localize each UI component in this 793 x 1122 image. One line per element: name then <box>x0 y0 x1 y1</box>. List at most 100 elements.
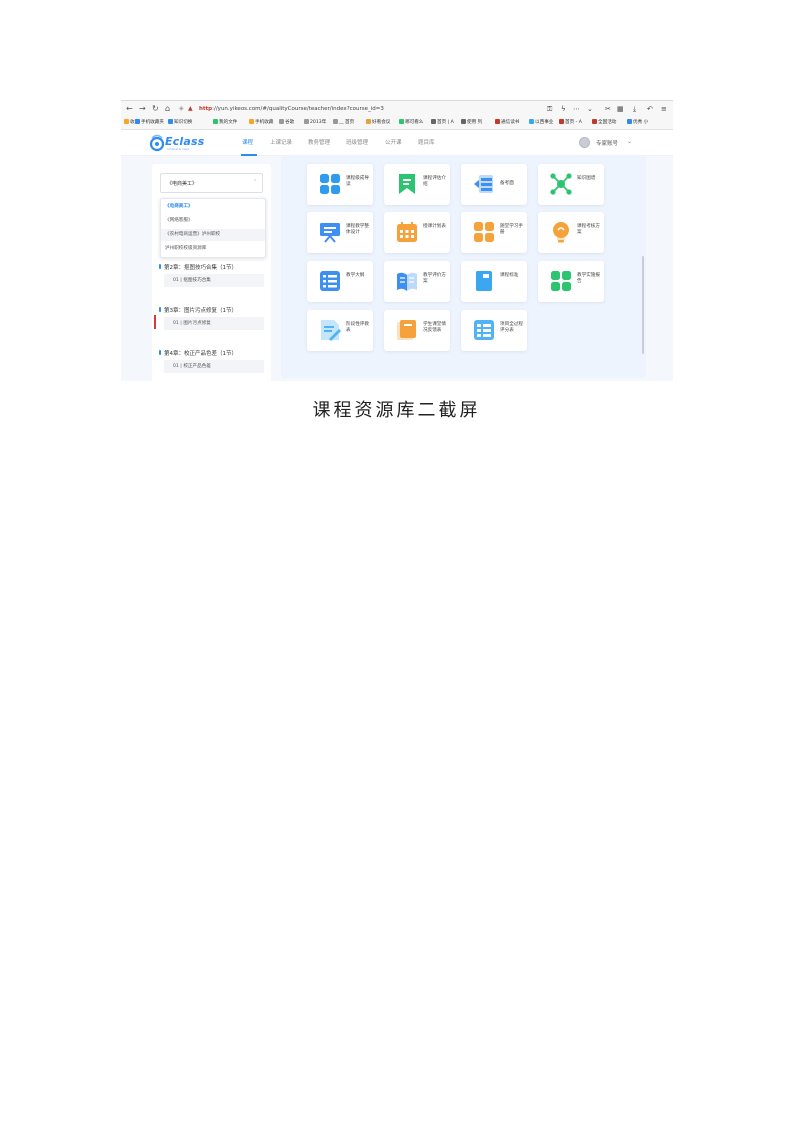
undo-icon[interactable]: ↶ <box>647 103 653 115</box>
bookmark-item[interactable]: 使用 列 <box>461 118 482 128</box>
bookmark-item[interactable]: 谷歌 <box>279 118 294 128</box>
resource-card[interactable]: 知识图谱 <box>538 164 604 205</box>
bookmark-label: 优秀 小 <box>633 120 649 125</box>
resource-card[interactable]: 教学大纲 <box>307 261 373 302</box>
chevron-up-icon[interactable]: ⌃ <box>253 179 257 185</box>
nav-tab[interactable]: 班级管理 <box>346 139 368 147</box>
address-bar[interactable]: http://yun.yikeos.com/#/qualityCourse/te… <box>199 103 384 115</box>
resource-card-label: 课程考核方案 <box>577 224 600 235</box>
chevron-down-icon[interactable]: ⌄ <box>587 103 593 115</box>
lightning-icon[interactable]: ϟ <box>561 103 566 115</box>
chevron-down-icon[interactable]: ⌄ <box>627 138 632 145</box>
sidebar: 《电商美工》 ⌃ 《电商美工》 《网络客服》 《农村电商运营》泸州职校 泸州职校校级资… <box>152 164 271 381</box>
bookmark-label: 好看会议 <box>372 120 391 125</box>
resource-card-label: 授课计划表 <box>423 224 446 229</box>
bookmark-label: 使用 列 <box>467 120 483 125</box>
course-select[interactable]: 《电商美工》 ⌃ <box>160 173 263 193</box>
reload-icon[interactable]: ↻ <box>152 103 159 115</box>
bookmark-item[interactable]: 2013年 <box>304 118 326 128</box>
more-icon[interactable]: ⋯ <box>573 103 580 115</box>
nav-tab[interactable]: 教务管理 <box>308 139 330 147</box>
bookmark-item[interactable]: __ 首页 <box>333 118 354 128</box>
dropdown-option[interactable]: 《农村电商运营》泸州职校 <box>161 229 265 241</box>
resource-card[interactable]: 课程级成导读 <box>307 164 373 205</box>
resource-card[interactable]: 课程标准 <box>461 261 527 302</box>
chapter-marker <box>159 264 161 269</box>
bookmark-item[interactable]: 哪可看么 <box>399 118 423 128</box>
menu-icon[interactable]: ≡ <box>661 103 667 115</box>
four-squares-icon <box>319 173 341 195</box>
bookmark-icon <box>279 119 284 124</box>
bookmark-icon <box>333 119 338 124</box>
bookmark-icon <box>431 119 436 124</box>
dropdown-option[interactable]: 《网络客服》 <box>161 215 265 227</box>
bookmark-item[interactable]: 通信读书 <box>495 118 519 128</box>
scrollbar[interactable] <box>642 256 644 354</box>
bookmark-item[interactable]: 知识切换 <box>168 118 192 128</box>
lesson-item[interactable]: 01 | 图片污点修复 <box>164 317 264 330</box>
resource-card-label: 阶段性评教表 <box>346 322 369 333</box>
bookmark-icon <box>124 119 129 124</box>
bookmark-icon <box>627 119 632 124</box>
dropdown-option[interactable]: 《电商美工》 <box>161 201 265 213</box>
bookmark-label: 手机收藏夹 <box>141 120 164 125</box>
resource-card[interactable]: 课程评估介绍 <box>384 164 450 205</box>
course-select-value: 《电商美工》 <box>167 181 198 187</box>
resource-card[interactable]: 随堂学习手册 <box>461 212 527 253</box>
table-icon <box>473 319 495 341</box>
bookmark-item[interactable]: 优秀 小 <box>627 118 648 128</box>
forward-icon[interactable]: → <box>139 103 146 115</box>
bookmark-label: 首页 | A <box>437 120 454 125</box>
nav-tab[interactable]: 课程 <box>242 139 253 147</box>
resource-card[interactable]: 学生课堂情况反馈表 <box>384 310 450 351</box>
resource-card-label: 教学实施报告 <box>577 273 600 284</box>
resource-card-label: 课程评估介绍 <box>423 176 446 187</box>
nav-tab[interactable]: 公开课 <box>385 139 402 147</box>
chapter-title[interactable]: 第4章：校正产品色差（1节） <box>159 349 237 357</box>
bookmark-label: 通信读书 <box>501 120 520 125</box>
resource-card[interactable]: 课程教学整体设计 <box>307 212 373 253</box>
bookmark-item[interactable]: 全国活动 <box>592 118 616 128</box>
bookmark-label: 谷歌 <box>285 120 295 125</box>
resource-card[interactable]: 阶段性评教表 <box>307 310 373 351</box>
nav-tab[interactable]: 题目库 <box>418 139 435 147</box>
bookmark-item[interactable]: 手机收藏 <box>249 118 273 128</box>
resource-card[interactable]: 备考面 <box>461 164 527 205</box>
chapter-title-text: 第2章：抠图技巧合集（1节） <box>164 265 237 271</box>
grid-icon[interactable]: ▦ <box>617 103 624 115</box>
resource-card[interactable]: 教学评价方案 <box>384 261 450 302</box>
resource-card[interactable]: 授课计划表 <box>384 212 450 253</box>
network-icon <box>550 173 572 195</box>
resource-card[interactable]: 课程考核方案 <box>538 212 604 253</box>
list-icon <box>319 270 341 292</box>
download-icon[interactable]: ⤓ <box>633 103 636 115</box>
dropdown-option[interactable]: 泸州职校校级资源库 <box>161 243 265 255</box>
bookmark-item[interactable]: 手机收藏夹 <box>135 118 164 128</box>
key-icon[interactable]: ⚿ <box>547 103 552 115</box>
bookmark-item[interactable]: 好看会议 <box>366 118 390 128</box>
lesson-item[interactable]: 01 | 校正产品色差 <box>164 360 264 373</box>
bookmark-icon <box>213 119 218 124</box>
bookmark-item[interactable]: 首页 | A <box>431 118 454 128</box>
bookmark-icon <box>135 119 140 124</box>
bookmark-icon <box>399 119 404 124</box>
chapter-title[interactable]: 第3章：图片污点修复（1节） <box>159 306 237 314</box>
avatar[interactable] <box>579 137 590 148</box>
four-squares-icon <box>550 270 572 292</box>
bulb-icon <box>550 221 572 243</box>
nav-tab[interactable]: 上课记录 <box>270 139 292 147</box>
presentation-icon <box>319 221 341 243</box>
bookmark-item[interactable]: 首页 - A <box>559 118 582 128</box>
scissors-icon[interactable]: ✂ <box>605 103 611 115</box>
chapter-title[interactable]: 第2章：抠图技巧合集（1节） <box>159 263 237 271</box>
bookmark-item[interactable]: 以西事业 <box>529 118 553 128</box>
bookmark-item[interactable]: 我的文件 <box>213 118 237 128</box>
resource-card[interactable]: 教学实施报告 <box>538 261 604 302</box>
home-icon[interactable]: ⌂ <box>165 103 170 115</box>
lesson-item[interactable]: 01 | 抠图技巧合集 <box>164 274 264 287</box>
screenshot-frame: ← → ↻ ⌂ ◈ ▲ http://yun.yikeos.com/#/qual… <box>121 100 673 381</box>
back-icon[interactable]: ← <box>126 103 133 115</box>
resource-card[interactable]: 项目全过程评分表 <box>461 310 527 351</box>
url-scheme: http <box>199 106 213 112</box>
bookmark-label: 知识切换 <box>174 120 193 125</box>
